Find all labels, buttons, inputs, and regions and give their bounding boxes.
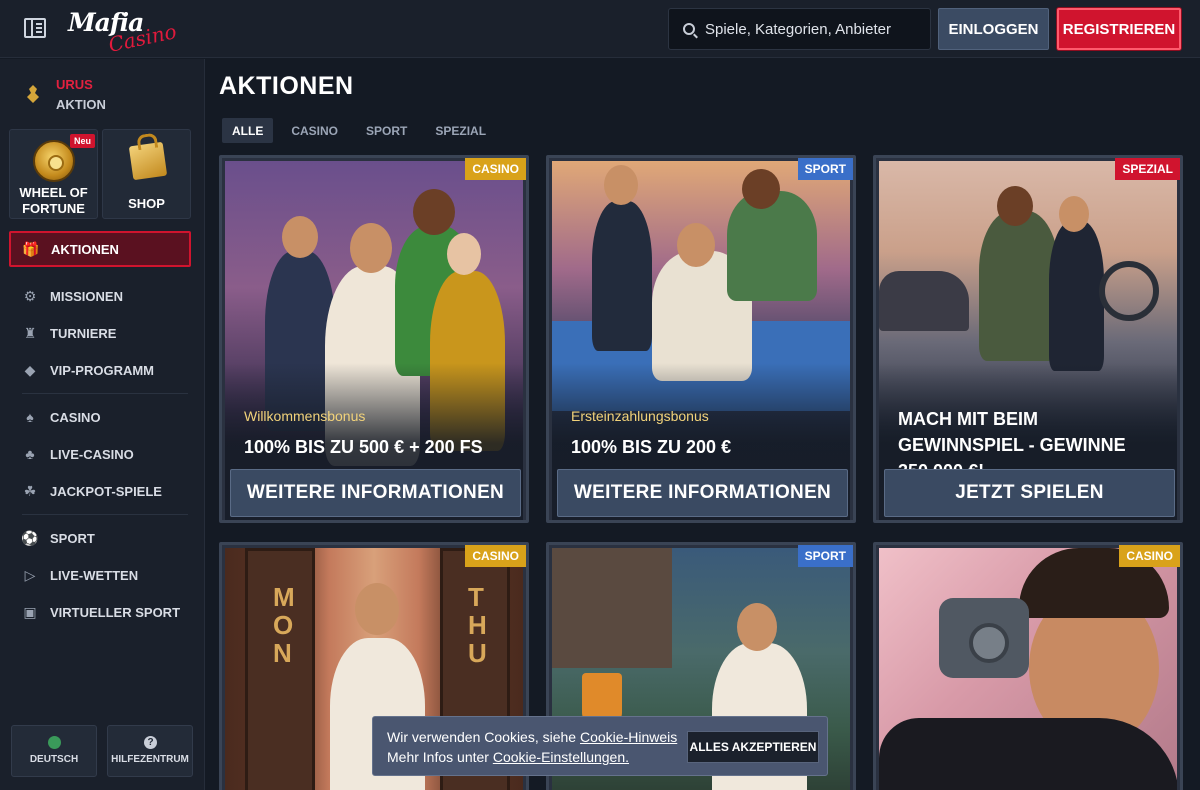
sidebar-item-label: CASINO xyxy=(50,409,101,425)
wheel-of-fortune-tile[interactable]: Neu WHEEL OF FORTUNE xyxy=(9,129,98,219)
ball-icon: ⚽ xyxy=(21,529,39,546)
top-header: Mafia Casino EINLOGGEN REGISTRIEREN xyxy=(0,0,1200,58)
sidebar-item-label: TURNIERE xyxy=(50,325,117,341)
tab-sport[interactable]: SPORT xyxy=(356,118,417,143)
category-badge: SPORT xyxy=(797,545,853,567)
help-center-label: HILFEZENTRUM xyxy=(111,754,189,765)
category-badge: CASINO xyxy=(465,545,526,567)
cookie-notice-link[interactable]: Cookie-Hinweis xyxy=(580,729,677,745)
search-input[interactable] xyxy=(705,20,905,38)
gear-icon: ⚙ xyxy=(23,287,37,304)
sidebar-item-live-wetten[interactable]: ▷ LIVE-WETTEN xyxy=(22,563,139,587)
category-badge: CASINO xyxy=(465,158,526,180)
sidebar-item-label: LIVE-WETTEN xyxy=(50,567,139,583)
category-badge: SPEZIAL xyxy=(1115,158,1180,180)
tab-casino[interactable]: CASINO xyxy=(281,118,348,143)
shopping-bag-icon xyxy=(128,141,168,181)
sidebar-item-label: MISSIONEN xyxy=(50,288,123,304)
logo[interactable]: Mafia Casino xyxy=(68,8,179,57)
trophy-icon: ♜ xyxy=(23,324,37,341)
category-badge: CASINO xyxy=(1119,545,1180,567)
language-label: DEUTSCH xyxy=(29,754,79,765)
language-button[interactable]: DEUTSCH xyxy=(11,725,97,777)
sidebar-item-label: JACKPOT-SPIELE xyxy=(50,483,162,499)
accept-all-cookies-button[interactable]: ALLES AKZEPTIEREN xyxy=(687,731,819,763)
diamond-icon: ◆ xyxy=(24,361,36,378)
promo-card-gewinnspiel[interactable]: SPEZIAL MACH MIT BEIM GEWINNSPIEL - GEWI… xyxy=(873,155,1183,523)
promo-title: 100% BIS ZU 500 € + 200 FS xyxy=(244,437,483,457)
help-center-button[interactable]: ? HILFEZENTRUM xyxy=(107,725,193,777)
promo-card-casino-3[interactable]: CASINO xyxy=(873,542,1183,790)
more-info-button[interactable]: WEITERE INFORMATIONEN xyxy=(557,469,848,517)
filter-tabs: ALLE CASINO SPORT SPEZIAL xyxy=(222,118,496,143)
bull-icon xyxy=(27,85,39,103)
sidebar-item-label: AKTIONEN xyxy=(51,241,119,257)
clover-icon: ☘ xyxy=(23,482,37,499)
virtual-icon: ▣ xyxy=(23,603,37,620)
wheel-of-fortune-label: WHEEL OF FORTUNE xyxy=(19,185,88,216)
promo-card-ersteinzahlungsbonus[interactable]: SPORT Ersteinzahlungsbonus 100% BIS ZU 2… xyxy=(546,155,856,523)
sidebar-item-sport[interactable]: ⚽ SPORT xyxy=(21,526,95,550)
sidebar-divider xyxy=(22,393,188,394)
shop-tile[interactable]: SHOP xyxy=(102,129,191,219)
cookie-text-line1: Wir verwenden Cookies, siehe xyxy=(387,729,580,745)
cookie-settings-link[interactable]: Cookie-Einstellungen. xyxy=(493,749,629,765)
category-badge: SPORT xyxy=(797,158,853,180)
sidebar-item-jackpot-spiele[interactable]: ☘ JACKPOT-SPIELE xyxy=(22,479,162,503)
sidebar-item-label: LIVE-CASINO xyxy=(50,446,134,462)
promo-subtitle: Ersteinzahlungsbonus xyxy=(571,408,709,424)
cookie-text: Wir verwenden Cookies, siehe Cookie-Hinw… xyxy=(387,727,677,767)
search-icon xyxy=(683,23,695,35)
more-info-button[interactable]: WEITERE INFORMATIONEN xyxy=(230,469,521,517)
promo-title: URUS xyxy=(56,77,93,92)
sidebar-divider xyxy=(22,514,188,515)
sidebar: URUS AKTION Neu WHEEL OF FORTUNE SHOP 🎁 … xyxy=(0,59,205,790)
login-button[interactable]: EINLOGGEN xyxy=(938,8,1049,50)
promo-subtitle: AKTION xyxy=(56,97,106,112)
gift-icon: 🎁 xyxy=(22,240,40,257)
door-right-label: THU xyxy=(468,582,487,668)
sidebar-item-missionen[interactable]: ⚙ MISSIONEN xyxy=(22,284,123,308)
sidebar-item-turniere[interactable]: ♜ TURNIERE xyxy=(22,321,117,345)
cards-icon: ♣ xyxy=(25,446,35,462)
live-icon: ▷ xyxy=(24,566,36,583)
register-button[interactable]: REGISTRIEREN xyxy=(1057,8,1181,50)
sidebar-item-live-casino[interactable]: ♣ LIVE-CASINO xyxy=(22,442,134,466)
sidebar-toggle-icon[interactable] xyxy=(24,18,46,38)
promo-title: 100% BIS ZU 200 € xyxy=(571,437,732,457)
play-now-button[interactable]: JETZT SPIELEN xyxy=(884,469,1175,517)
promo-art xyxy=(879,548,1177,790)
new-badge: Neu xyxy=(70,134,96,148)
sidebar-item-aktionen[interactable]: 🎁 AKTIONEN xyxy=(9,231,191,267)
wheel-icon xyxy=(33,140,75,182)
shop-label: SHOP xyxy=(128,196,165,211)
page-title: AKTIONEN xyxy=(219,72,354,100)
sidebar-item-label: SPORT xyxy=(50,530,95,546)
sidebar-item-label: VIP-PROGRAMM xyxy=(50,362,154,378)
tab-spezial[interactable]: SPEZIAL xyxy=(425,118,496,143)
promo-subtitle: Willkommensbonus xyxy=(244,408,366,424)
sidebar-item-label: VIRTUELLER SPORT xyxy=(50,604,181,620)
search-box[interactable] xyxy=(668,8,931,50)
cookie-banner: Wir verwenden Cookies, siehe Cookie-Hinw… xyxy=(372,716,828,776)
sidebar-item-casino[interactable]: ♠ CASINO xyxy=(22,405,101,429)
spade-icon: ♠ xyxy=(26,409,34,425)
sidebar-item-virtueller-sport[interactable]: ▣ VIRTUELLER SPORT xyxy=(22,600,180,624)
help-icon: ? xyxy=(144,736,157,749)
tab-alle[interactable]: ALLE xyxy=(222,118,274,143)
globe-icon xyxy=(48,736,61,749)
sidebar-item-vip-programm[interactable]: ◆ VIP-PROGRAMM xyxy=(22,358,154,382)
cookie-text-line2: Mehr Infos unter xyxy=(387,749,493,765)
door-left-label: MON xyxy=(273,582,295,668)
promo-card-willkommensbonus[interactable]: CASINO Willkommensbonus 100% BIS ZU 500 … xyxy=(219,155,529,523)
